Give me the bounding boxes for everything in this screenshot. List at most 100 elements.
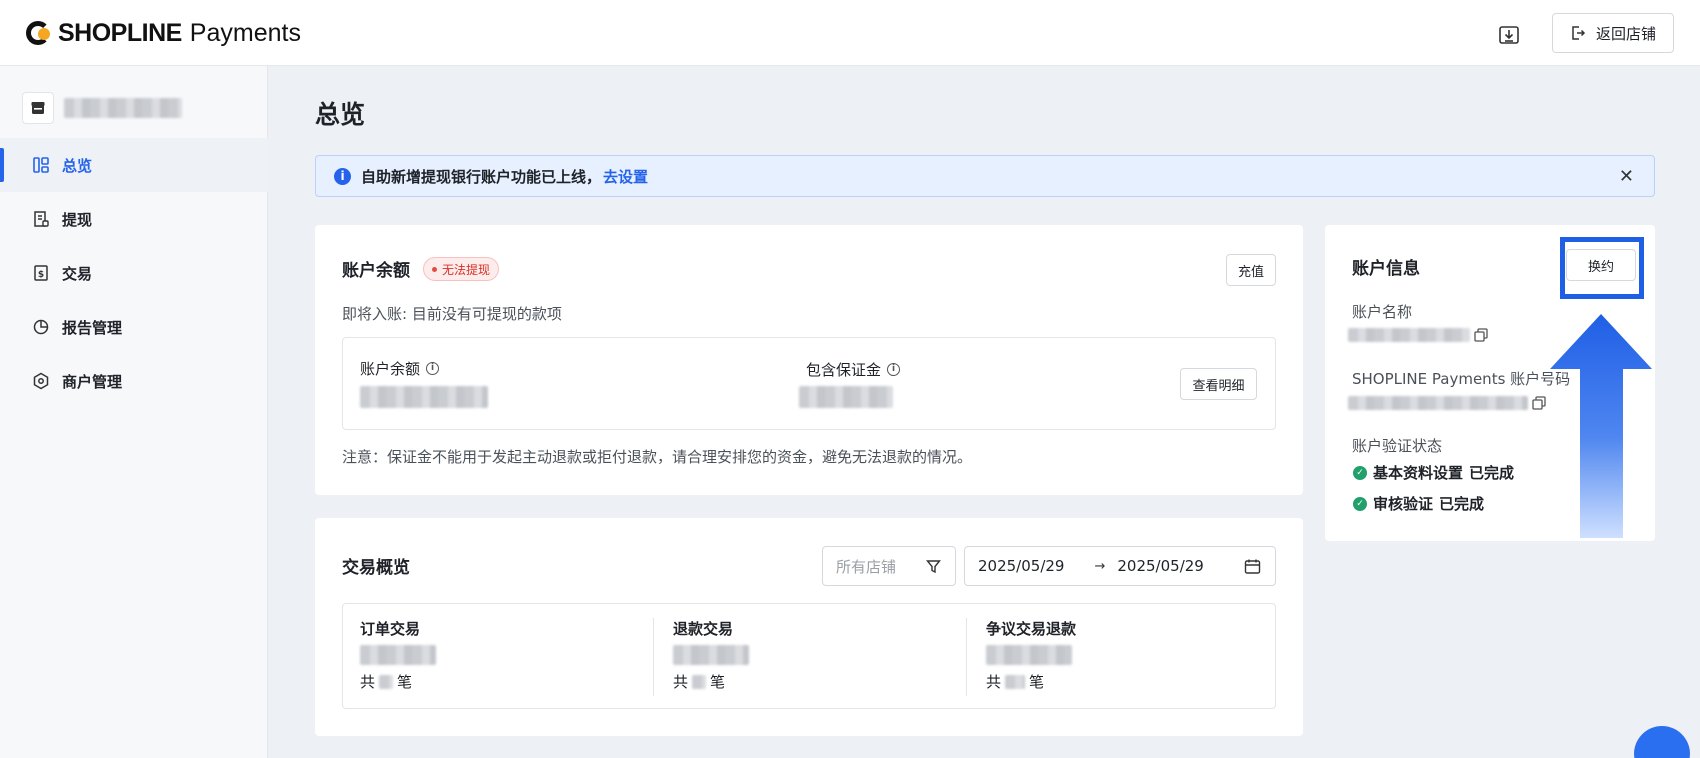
sidebar-item-transactions[interactable]: $ 交易 [0,246,268,300]
divider [966,618,967,696]
sidebar-item-label: 商户管理 [62,372,123,391]
trade-card-title: 交易概览 [342,558,410,578]
close-icon[interactable]: ✕ [1619,166,1634,187]
order-trade-stat: 订单交易 共 笔 [360,618,436,692]
date-to[interactable]: 2025/05/29 [1117,557,1203,575]
svg-text:$: $ [38,270,44,280]
verify-item-basic: ✓ 基本资料设置 已完成 [1353,462,1514,483]
stat-value-redacted [360,645,436,665]
logo-brand-text: SHOPLINE [58,18,182,47]
stat-count: 共 笔 [360,671,436,692]
balance-value-redacted [360,386,488,408]
pie-chart-icon [33,319,49,335]
store-selector[interactable] [22,92,182,124]
back-to-store-label: 返回店铺 [1595,24,1656,43]
store-name-redacted [64,98,182,118]
account-name-redacted [1348,328,1470,342]
account-name-value [1348,328,1488,342]
trade-overview-card: 交易概览 所有店铺 2025/05/29 → 2025/05/29 订单交易 共… [315,518,1303,736]
balance-label: 账户余额 i [360,358,440,379]
highlight-box [1560,237,1644,299]
divider [653,618,654,696]
count-suffix: 笔 [710,673,726,691]
stat-count: 共 笔 [673,671,749,692]
sidebar: 总览 提现 $ 交易 报告管理 商户管理 [0,66,268,758]
exit-icon [1572,26,1586,40]
sidebar-item-merchant[interactable]: 商户管理 [0,354,268,408]
account-card-title: 账户信息 [1352,259,1420,279]
sidebar-item-label: 报告管理 [62,318,123,337]
date-from[interactable]: 2025/05/29 [978,557,1064,575]
count-prefix: 共 [986,673,1002,691]
account-name-label: 账户名称 [1352,303,1413,321]
date-range-picker[interactable]: 2025/05/29 → 2025/05/29 [964,546,1276,586]
verify-item-review: ✓ 审核验证 已完成 [1353,493,1484,514]
sidebar-item-withdraw[interactable]: 提现 [0,192,268,246]
stat-label: 争议交易退款 [986,620,1077,638]
verify-item-label: 基本资料设置 [1373,464,1464,482]
trade-summary-box: 订单交易 共 笔 退款交易 共 笔 争议交易退款 共 笔 [342,603,1276,709]
recharge-button[interactable]: 充值 [1226,254,1276,286]
download-icon[interactable] [1495,20,1523,48]
hexagon-icon [33,372,49,390]
logo-product-text: Payments [189,18,301,47]
check-circle-icon: ✓ [1353,496,1367,511]
verify-item-status: 已完成 [1469,464,1515,482]
account-number-label: SHOPLINE Payments 账户号码 [1352,370,1571,388]
shopline-payments-logo[interactable]: SHOPLINE Payments [26,18,301,48]
notice-text: 自助新增提现银行账户功能已上线， [361,167,602,186]
pending-text: 即将入账: 目前没有可提现的款项 [342,305,562,323]
stat-value-redacted [673,645,749,665]
withdraw-doc-icon [34,211,49,227]
dispute-refund-stat: 争议交易退款 共 笔 [986,618,1076,692]
account-number-redacted [1348,396,1528,410]
verify-item-label: 审核验证 [1373,495,1434,513]
check-circle-icon: ✓ [1353,465,1367,480]
calendar-icon [1244,559,1261,574]
stat-label: 退款交易 [673,620,734,638]
store-filter-placeholder: 所有店铺 [836,557,897,576]
sidebar-item-overview[interactable]: 总览 [0,138,268,192]
count-suffix: 笔 [1029,673,1045,691]
count-redacted [1005,674,1026,689]
count-redacted [692,674,707,689]
deposit-label: 包含保证金 i [806,359,901,380]
count-suffix: 笔 [397,673,413,691]
info-icon[interactable]: i [426,362,440,375]
sidebar-item-label: 总览 [62,156,93,175]
notice-settings-link[interactable]: 去设置 [603,166,648,187]
balance-summary-box: 账户余额 i 包含保证金 i 查看明细 [342,337,1276,430]
deposit-label-text: 包含保证金 [806,361,882,379]
info-icon[interactable]: i [887,363,901,376]
sidebar-item-label: 提现 [62,210,93,229]
sidebar-item-label: 交易 [62,264,93,283]
sidebar-item-reports[interactable]: 报告管理 [0,300,268,354]
deposit-note: 注意：保证金不能用于发起主动退款或拒付退款，请合理安排您的资金，避免无法退款的情… [342,448,973,466]
store-icon [22,92,54,124]
date-separator: → [1094,558,1106,574]
chat-button[interactable] [1634,726,1690,758]
copy-icon[interactable] [1532,396,1546,410]
copy-icon[interactable] [1474,328,1488,342]
view-details-button[interactable]: 查看明细 [1180,368,1257,400]
deposit-value-redacted [799,386,893,408]
info-icon: i [334,167,351,185]
verify-status-label: 账户验证状态 [1352,437,1443,455]
filter-icon [926,560,941,574]
stat-count: 共 笔 [986,671,1076,692]
stat-value-redacted [986,645,1072,665]
dollar-doc-icon: $ [34,265,48,281]
balance-label-text: 账户余额 [360,360,421,378]
balance-card: 账户余额 无法提现 充值 即将入账: 目前没有可提现的款项 账户余额 i 包含保… [315,225,1303,495]
count-prefix: 共 [673,673,689,691]
account-number-value [1348,396,1546,410]
stat-label: 订单交易 [360,620,421,638]
balance-card-title: 账户余额 [342,261,410,281]
back-to-store-button[interactable]: 返回店铺 [1552,13,1674,53]
verify-item-status: 已完成 [1439,495,1485,513]
store-filter-select[interactable]: 所有店铺 [822,546,956,586]
count-redacted [379,674,394,689]
count-prefix: 共 [360,673,376,691]
page-title: 总览 [315,100,366,129]
dashboard-icon [33,157,49,173]
